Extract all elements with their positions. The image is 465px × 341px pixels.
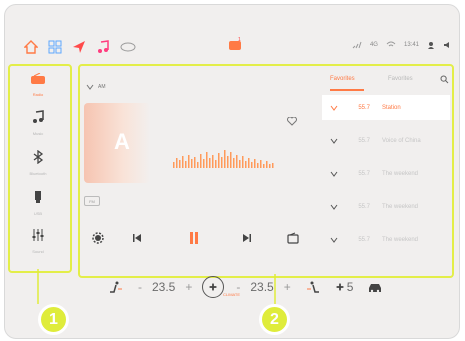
antenna-icon: [86, 84, 94, 90]
music-note-icon[interactable]: [96, 40, 110, 54]
seat-heat-left-icon[interactable]: [108, 281, 124, 293]
station-name: Station: [382, 104, 401, 111]
notification-area[interactable]: 1: [228, 37, 242, 57]
climate-button[interactable]: [202, 276, 225, 298]
station-row[interactable]: 55.7 The weekend: [322, 227, 450, 252]
equalizer-icon: [31, 228, 45, 242]
callout-badge: 2: [259, 304, 290, 335]
antenna-icon: [330, 237, 338, 243]
album-art: A: [84, 103, 150, 183]
sidebar-item-bluetooth[interactable]: Bluetooth: [14, 150, 62, 182]
temp-increase-right-button[interactable]: +: [284, 280, 291, 294]
audio-waveform: [173, 150, 274, 168]
station-frequency: 55.7: [358, 236, 370, 243]
car-voice-icon[interactable]: [120, 41, 136, 53]
station-row[interactable]: 55.7 Voice of China: [322, 128, 450, 153]
notification-badge: 1: [238, 37, 241, 43]
tab-favorites[interactable]: Favorites: [330, 76, 355, 82]
signal-icon: [352, 41, 362, 49]
home-icon[interactable]: [24, 40, 38, 54]
right-temperature: 23.5: [250, 280, 274, 294]
left-temperature: 23.5: [152, 280, 176, 294]
volume-icon[interactable]: [443, 41, 453, 49]
fan-icon[interactable]: [335, 282, 345, 292]
fm-tag: FM: [84, 196, 100, 206]
previous-icon[interactable]: [132, 233, 142, 243]
fan-speed: 5: [346, 280, 354, 294]
antenna-icon: [330, 204, 338, 210]
station-frequency: 55.7: [358, 170, 370, 177]
sidebar-item-label: Music: [32, 131, 44, 136]
climate-bar: - 23.5 + - 23.5 + 5: [108, 275, 424, 299]
station-row[interactable]: 55.7 Station: [322, 95, 450, 120]
station-name: The weekend: [382, 236, 419, 243]
settings-icon[interactable]: [92, 232, 104, 244]
station-name: The weekend: [382, 170, 419, 177]
sidebar-item-radio[interactable]: Radio: [14, 72, 62, 104]
callout-badge: 1: [38, 304, 69, 335]
search-icon[interactable]: [440, 75, 449, 84]
sidebar-item-label: USB: [33, 211, 43, 216]
next-icon[interactable]: [242, 233, 252, 243]
station-tabs: Favorites Favorites: [330, 75, 450, 96]
usb-icon: [33, 190, 43, 204]
status-bar: 1 4G 13:41: [0, 37, 465, 58]
station-name: AM: [98, 84, 106, 90]
pause-icon[interactable]: [187, 231, 201, 245]
temp-increase-left-button[interactable]: +: [185, 280, 192, 294]
radio-list-icon[interactable]: [287, 232, 299, 244]
sidebar-item-label: Sound: [32, 249, 44, 254]
sidebar-item-sound[interactable]: Sound: [14, 228, 62, 260]
clock: 13:41: [403, 42, 419, 48]
climate-label: CLIMATE: [223, 292, 241, 297]
apps-grid-icon[interactable]: [48, 40, 62, 54]
station-list: 55.7 Station 55.7 Voice of China 55.7 Th…: [322, 95, 450, 259]
user-icon[interactable]: [427, 41, 435, 49]
message-icon[interactable]: 1: [228, 37, 242, 52]
station-name: The weekend: [382, 203, 419, 210]
status-bar-left: [24, 40, 136, 54]
tab-favorites-secondary[interactable]: Favorites: [388, 76, 413, 82]
sidebar-item-label: Radio: [32, 92, 44, 97]
station-header: AM: [86, 84, 106, 90]
music-icon: [31, 110, 45, 124]
station-frequency: 55.7: [358, 104, 370, 111]
station-row[interactable]: 55.7 The weekend: [322, 161, 450, 186]
favorite-heart-icon[interactable]: [287, 117, 297, 126]
antenna-icon: [330, 105, 338, 111]
album-letter: A: [114, 129, 130, 154]
car-icon[interactable]: [367, 281, 383, 293]
station-frequency: 55.7: [358, 137, 370, 144]
active-tab-underline: [330, 89, 364, 91]
temp-decrease-left-button[interactable]: -: [138, 280, 142, 294]
antenna-icon: [330, 138, 338, 144]
radio-icon: [30, 73, 46, 85]
station-name: Voice of China: [382, 137, 421, 144]
station-row[interactable]: 55.7 The weekend: [322, 194, 450, 219]
sidebar-item-usb[interactable]: USB: [14, 190, 62, 222]
sidebar-item-label: Bluetooth: [29, 171, 47, 176]
wifi-icon: [386, 41, 396, 49]
station-frequency: 55.7: [358, 203, 370, 210]
bluetooth-icon: [32, 150, 44, 164]
status-bar-right: 4G 13:41: [352, 41, 453, 49]
antenna-icon: [330, 171, 338, 177]
network-label: 4G: [369, 42, 378, 48]
sidebar-item-music[interactable]: Music: [14, 110, 62, 142]
navigation-icon[interactable]: [72, 40, 86, 54]
seat-heat-right-icon[interactable]: [305, 281, 321, 293]
playback-controls: [90, 228, 318, 252]
